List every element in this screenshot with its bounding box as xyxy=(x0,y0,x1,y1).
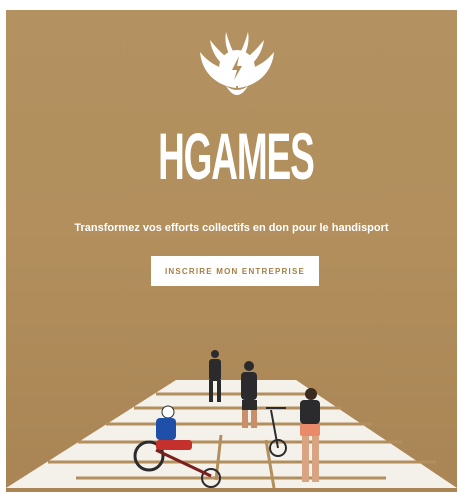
brand-wordmark: HGAMES xyxy=(156,110,316,202)
hero-tagline: Transformez vos efforts collectifs en do… xyxy=(74,222,389,234)
brand-wordmark-text: HGAMES xyxy=(158,119,315,193)
phoenix-logo-icon xyxy=(200,32,274,95)
register-company-button[interactable]: INSCRIRE MON ENTREPRISE xyxy=(151,256,319,286)
hero-banner: HGAMES Transformez vos efforts collectif… xyxy=(6,10,457,492)
athletes-illustration xyxy=(6,350,457,489)
